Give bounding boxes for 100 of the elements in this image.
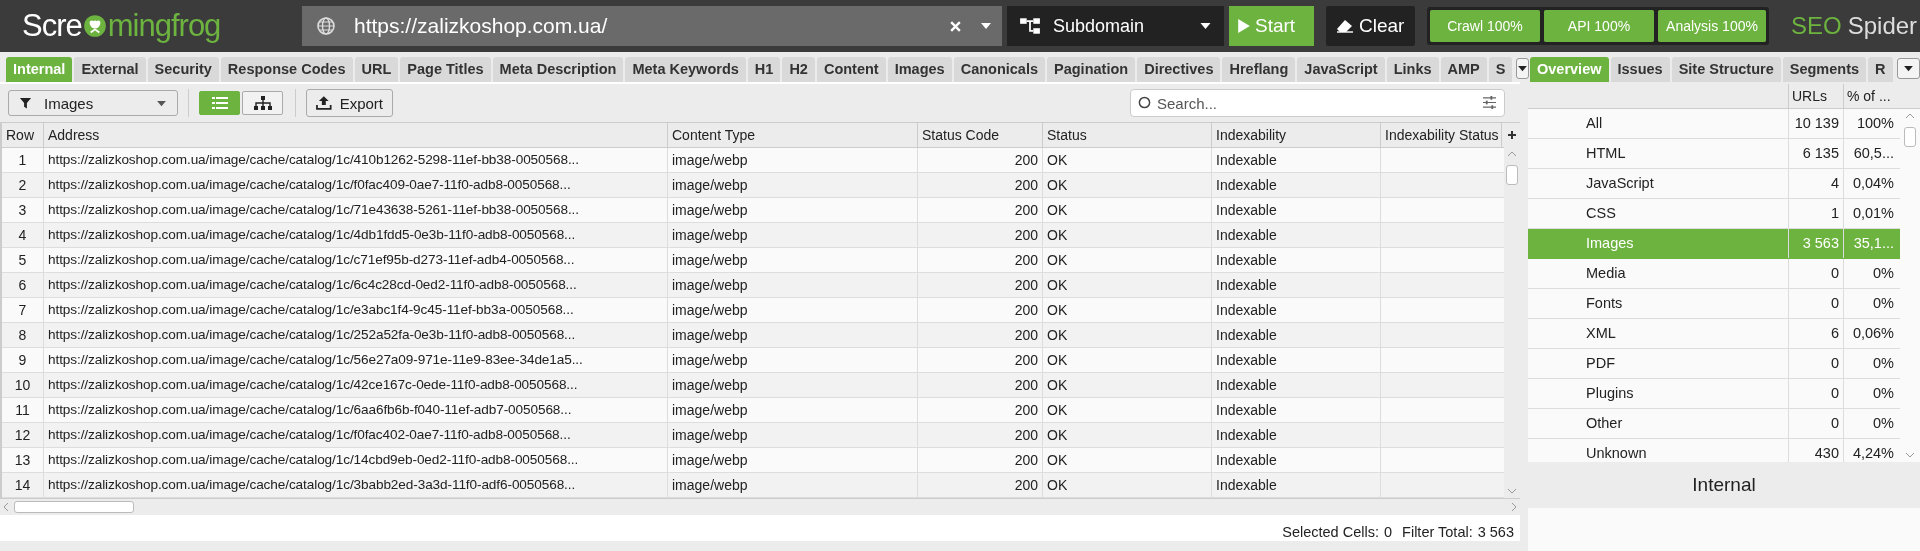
table-cell: Indexable: [1212, 148, 1381, 172]
table-cell-text: Plugins: [1585, 384, 1635, 403]
tab[interactable]: Security: [147, 57, 219, 82]
overview-row[interactable]: Other 0 0%: [1528, 409, 1900, 439]
table-cell: Indexable: [1212, 298, 1381, 322]
search-icon: [1138, 96, 1151, 109]
search-field[interactable]: Search...: [1130, 89, 1505, 117]
globe-icon: [316, 16, 336, 36]
column-header[interactable]: % of ...: [1843, 84, 1898, 108]
overview-row[interactable]: Media 0 0%: [1528, 259, 1900, 289]
mode-dropdown[interactable]: Subdomain: [1007, 6, 1224, 46]
tab[interactable]: Hreflang: [1222, 57, 1296, 82]
scroll-up-icon[interactable]: [1507, 151, 1517, 157]
clear-button[interactable]: Clear: [1326, 6, 1415, 46]
column-header[interactable]: Row: [2, 123, 44, 147]
table-cell: 200: [918, 148, 1043, 172]
tab[interactable]: S: [1488, 57, 1513, 82]
filter-dropdown[interactable]: Images: [8, 90, 178, 116]
overview-row[interactable]: HTML 6 135 60,5...: [1528, 139, 1900, 169]
scrollbar-thumb[interactable]: [1904, 127, 1916, 147]
tab[interactable]: Site Structure: [1671, 57, 1781, 82]
tab[interactable]: Directives: [1137, 57, 1221, 82]
tree-view-button[interactable]: [242, 91, 283, 115]
table-cell: Indexable: [1212, 223, 1381, 247]
table-cell: 0%: [1843, 379, 1898, 408]
table-cell: 100%: [1843, 109, 1898, 138]
overview-row[interactable]: JavaScript 4 0,04%: [1528, 169, 1900, 199]
tab[interactable]: JavaScript: [1297, 57, 1385, 82]
scrollbar-thumb[interactable]: [1506, 165, 1518, 185]
scroll-left-icon[interactable]: [3, 502, 9, 512]
tab[interactable]: H2: [782, 57, 815, 82]
tab[interactable]: AMP: [1440, 57, 1487, 82]
table-cell: OK: [1043, 298, 1212, 322]
tab[interactable]: External: [74, 57, 146, 82]
tabs-menu-button[interactable]: [1896, 58, 1920, 79]
url-field[interactable]: https://zalizkoshop.com.ua/: [302, 6, 1002, 46]
table-cell: Indexable: [1212, 323, 1381, 347]
table-cell: Indexable: [1212, 198, 1381, 222]
tab[interactable]: Page Titles: [400, 57, 491, 82]
tab[interactable]: Images: [887, 57, 952, 82]
column-header[interactable]: Indexability Status: [1381, 123, 1502, 147]
caret-icon[interactable]: [980, 22, 992, 30]
tree-icon: [253, 96, 272, 110]
table-cell-text: XML: [1585, 324, 1617, 343]
table-cell: 1: [1788, 199, 1843, 228]
brand-text: SEO: [1791, 12, 1842, 40]
overview-row[interactable]: PDF 0 0%: [1528, 349, 1900, 379]
table-cell: OK: [1043, 173, 1212, 197]
tab[interactable]: R: [1868, 57, 1893, 82]
scroll-right-icon[interactable]: [1511, 502, 1517, 512]
tab[interactable]: Segments: [1782, 57, 1867, 82]
table-cell: 0: [1788, 289, 1843, 318]
table-cell: 5: [2, 248, 44, 272]
export-button[interactable]: Export: [306, 89, 393, 117]
tab[interactable]: URL: [354, 57, 399, 82]
scroll-up-icon[interactable]: [1905, 113, 1915, 119]
add-column-icon[interactable]: [1507, 130, 1517, 140]
table-cell: Indexable: [1212, 448, 1381, 472]
table-cell: https://zalizkoshop.com.ua/image/cache/catalog/1c/f0fac409-0ae7-11f0-adb8-0050568...: [44, 173, 668, 197]
eraser-icon: [1336, 19, 1354, 33]
tab[interactable]: Meta Description: [492, 57, 624, 82]
table-cell: image/webp: [668, 173, 918, 197]
table-cell: 200: [918, 373, 1043, 397]
table-cell: 0: [1788, 379, 1843, 408]
filter-settings-icon[interactable]: [1482, 96, 1497, 109]
close-icon[interactable]: [949, 19, 962, 33]
tab[interactable]: Links: [1386, 57, 1439, 82]
tab[interactable]: Response Codes: [220, 57, 353, 82]
overview-row[interactable]: Plugins 0 0%: [1528, 379, 1900, 409]
table-cell: image/webp: [668, 273, 918, 297]
table-cell: 3: [2, 198, 44, 222]
table-cell: 6: [2, 273, 44, 297]
column-header[interactable]: Address: [44, 123, 668, 147]
tabs-menu-button[interactable]: [1516, 58, 1530, 79]
tab[interactable]: Canonicals: [953, 57, 1046, 82]
column-header[interactable]: Content Type: [668, 123, 918, 147]
scroll-down-icon[interactable]: [1905, 452, 1915, 458]
overview-row[interactable]: XML 6 0,06%: [1528, 319, 1900, 349]
overview-row[interactable]: All 10 139 100%: [1528, 109, 1900, 139]
column-header[interactable]: Status Code: [918, 123, 1043, 147]
table-cell: image/webp: [668, 423, 918, 447]
table-cell: Indexable: [1212, 423, 1381, 447]
funnel-icon: [19, 96, 32, 110]
table-cell: 0: [1788, 259, 1843, 288]
tab[interactable]: Pagination: [1047, 57, 1136, 82]
column-header[interactable]: URLs: [1788, 84, 1843, 108]
brand-text: Spider: [1847, 12, 1918, 40]
tab[interactable]: Meta Keywords: [625, 57, 746, 82]
table-cell: OK: [1043, 448, 1212, 472]
tab[interactable]: Issues: [1610, 57, 1670, 82]
column-header[interactable]: Indexability: [1212, 123, 1381, 147]
scrollbar-thumb[interactable]: [14, 501, 134, 513]
scroll-down-icon[interactable]: [1507, 488, 1517, 494]
tab[interactable]: H1: [747, 57, 781, 82]
column-header[interactable]: Status: [1043, 123, 1212, 147]
table-cell: OK: [1043, 473, 1212, 497]
tab[interactable]: Content: [816, 57, 886, 82]
overview-row[interactable]: Fonts 0 0%: [1528, 289, 1900, 319]
table-cell: https://zalizkoshop.com.ua/image/cache/catalog/1c/e3abc1f4-9c45-11ef-bb3a-0050568...: [44, 298, 668, 322]
upload-icon: [316, 96, 332, 110]
